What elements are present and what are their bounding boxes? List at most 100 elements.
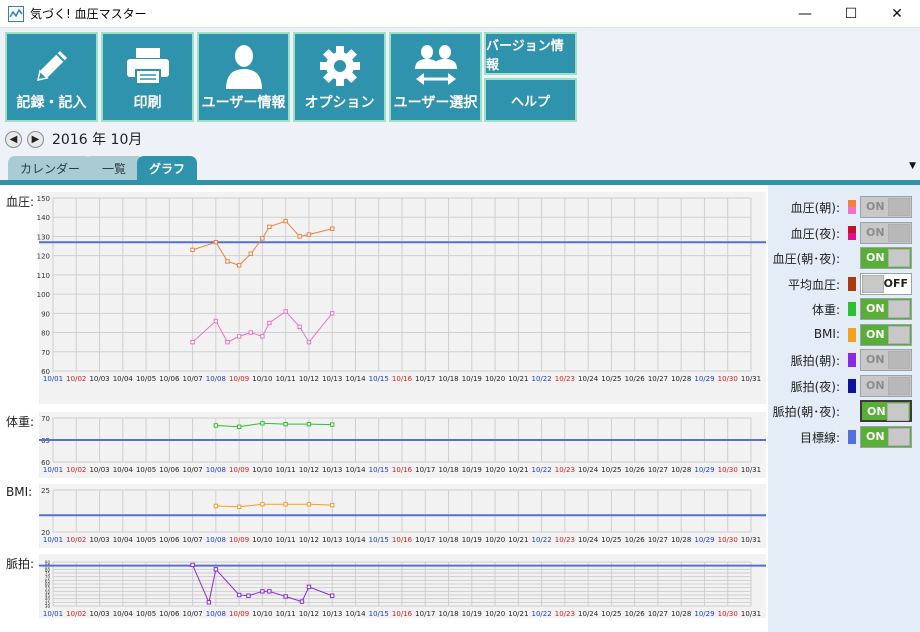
bp-data-point [267, 320, 272, 326]
bp-x-tick-label: 10/15 [369, 375, 389, 383]
help-button[interactable]: ヘルプ [484, 78, 577, 122]
bp-x-tick-label: 10/29 [694, 375, 714, 383]
pulse-data-point [267, 589, 272, 594]
bmi-x-tick-label: 10/06 [159, 536, 180, 544]
tab-dropdown-icon[interactable]: ▼ [909, 161, 916, 171]
bmi-data-point [213, 503, 219, 509]
weight-x-tick-label: 10/05 [136, 466, 156, 474]
toggle-state-text: ON [866, 251, 885, 264]
bmi-x-tick-label: 10/04 [113, 536, 134, 544]
bp-y-tick-label: 110 [37, 272, 50, 280]
toggle-knob [888, 326, 910, 344]
weight-x-tick-label: 10/02 [66, 466, 86, 474]
bmi-x-tick-label: 10/12 [299, 536, 319, 544]
toggle-pulse-night[interactable]: ON [860, 375, 912, 397]
weight-x-tick-label: 10/26 [625, 466, 646, 474]
toggle-target-line[interactable]: ON [860, 426, 912, 448]
weight-x-tick-label: 10/22 [532, 466, 552, 474]
weight-x-tick-label: 10/21 [508, 466, 528, 474]
bp-data-point [260, 334, 265, 339]
legend-swatch [848, 200, 856, 214]
pulse-x-tick-label: 10/10 [252, 610, 272, 618]
pulse-x-tick-label: 10/17 [415, 610, 435, 618]
minimize-button[interactable]: — [782, 0, 828, 28]
bmi-x-tick-label: 10/03 [89, 536, 109, 544]
window-title: 気づく! 血圧マスター [30, 7, 147, 21]
weight-x-tick-label: 10/08 [206, 466, 226, 474]
legend-swatch [848, 353, 856, 367]
toggle-bp-morning[interactable]: ON [860, 196, 912, 218]
tab-list[interactable]: 一覧 [84, 156, 144, 180]
weight-x-tick-label: 10/28 [671, 466, 691, 474]
weight-x-tick-label: 10/24 [578, 466, 599, 474]
toggle-bp-average[interactable]: OFF [860, 273, 912, 295]
weight-x-tick-label: 10/17 [415, 466, 435, 474]
weight-data-point [236, 424, 242, 430]
toggle-pulse-morning-night[interactable]: ON [860, 400, 912, 422]
bp-data-point [213, 240, 219, 245]
bp-data-point [213, 318, 219, 324]
record-button[interactable]: 記録・記入 [5, 32, 98, 122]
bp-data-point [190, 247, 195, 253]
bp-y-tick-label: 100 [37, 291, 50, 299]
bp-x-tick-label: 10/19 [462, 375, 482, 383]
user-icon [225, 45, 262, 89]
toggle-bp-morning-night[interactable]: ON [860, 247, 912, 269]
next-month-button[interactable]: ▶ [27, 130, 44, 148]
pulse-x-tick-label: 10/18 [438, 610, 458, 618]
bmi-x-tick-label: 10/18 [438, 536, 458, 544]
bmi-x-tick-label: 10/10 [252, 536, 272, 544]
maximize-button[interactable]: ☐ [828, 0, 874, 28]
bp-data-point [330, 226, 335, 231]
bp-x-tick-label: 10/17 [415, 375, 435, 383]
user-select-button-label: ユーザー選択 [393, 95, 478, 111]
user-select-button[interactable]: ユーザー選択 [389, 32, 482, 122]
pulse-data-point [330, 593, 335, 598]
pulse-x-tick-label: 10/04 [113, 610, 134, 618]
pulse-y-tick-label: 90 [45, 560, 51, 565]
bp-x-tick-label: 10/05 [136, 375, 156, 383]
toggle-bmi[interactable]: ON [860, 324, 912, 346]
bp-x-tick-label: 10/31 [741, 375, 761, 383]
bmi-x-tick-label: 10/29 [694, 536, 714, 544]
arrow-right-icon: ▶ [31, 133, 40, 145]
print-button[interactable]: 印刷 [101, 32, 194, 122]
bp-data-point [306, 232, 312, 237]
tab-calendar[interactable]: カレンダー [8, 156, 92, 180]
user-info-button[interactable]: ユーザー情報 [197, 32, 290, 122]
tab-graph[interactable]: グラフ [137, 156, 197, 180]
bp-x-tick-label: 10/21 [508, 375, 528, 383]
toggle-bp-night[interactable]: ON [860, 222, 912, 244]
bp-y-tick-label: 80 [41, 330, 50, 338]
close-button[interactable]: ✕ [874, 0, 920, 28]
toggle-knob [862, 275, 884, 293]
pulse-x-tick-label: 10/22 [532, 610, 552, 618]
bmi-x-tick-label: 10/21 [508, 536, 528, 544]
pulse-x-tick-label: 10/19 [462, 610, 482, 618]
toggle-weight[interactable]: ON [860, 298, 912, 320]
pulse-data-point [236, 592, 242, 598]
bmi-x-tick-label: 10/02 [66, 536, 86, 544]
bmi-x-tick-label: 10/13 [322, 536, 342, 544]
options-button[interactable]: オプション [293, 32, 386, 122]
toggle-pulse-morning[interactable]: ON [860, 349, 912, 371]
toggle-state-text: ON [866, 430, 885, 443]
bmi-data-point [306, 502, 312, 507]
bmi-x-tick-label: 10/30 [718, 536, 738, 544]
print-button-label: 印刷 [133, 95, 162, 111]
bmi-x-tick-label: 10/07 [183, 536, 203, 544]
bp-x-tick-label: 10/08 [206, 375, 226, 383]
bmi-x-tick-label: 10/16 [392, 536, 413, 544]
weight-data-point [260, 421, 265, 426]
title-bar: 気づく! 血圧マスター — ☐ ✕ [0, 0, 920, 28]
month-navigation: ◀ ▶ 2016 年 10月 [0, 126, 920, 152]
bmi-y-tick-label: 25 [41, 487, 50, 495]
version-info-button[interactable]: バージョン情報 [484, 32, 577, 75]
weight-data-point [283, 421, 288, 427]
toggle-knob [888, 428, 910, 446]
weight-data-point [330, 422, 335, 427]
weight-x-tick-label: 10/16 [392, 466, 413, 474]
prev-month-button[interactable]: ◀ [5, 130, 22, 148]
bp-data-point [248, 251, 253, 256]
bp-x-tick-label: 10/27 [648, 375, 668, 383]
